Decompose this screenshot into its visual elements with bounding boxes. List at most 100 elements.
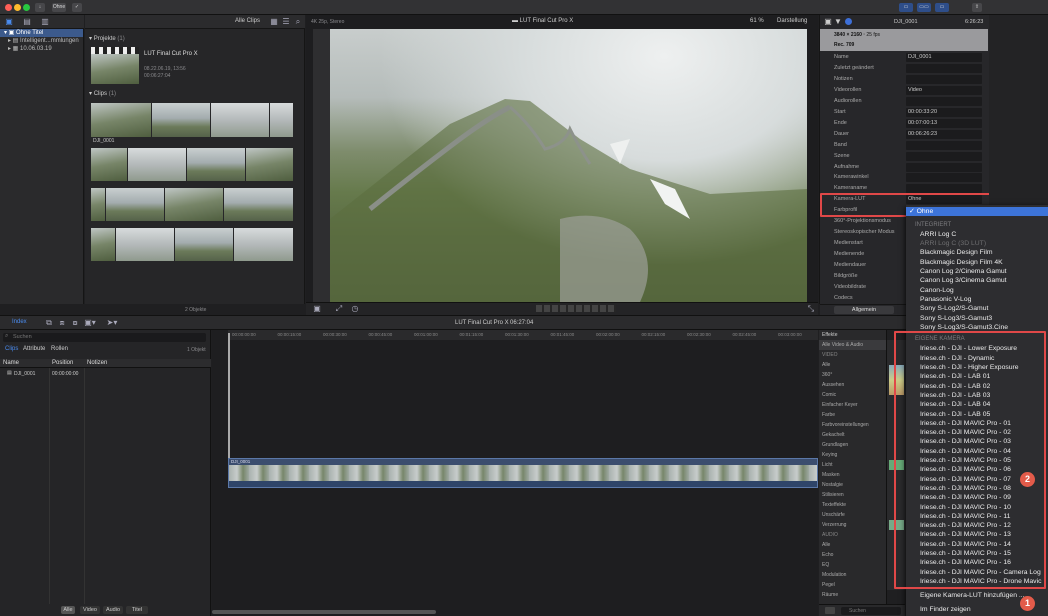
clip-filmstrip-3[interactable] xyxy=(91,188,293,221)
inspector-row-value[interactable]: DJI_0001 xyxy=(906,53,982,62)
clip-filmstrip-2[interactable] xyxy=(91,148,293,181)
effects-category-item[interactable]: Gekachelt xyxy=(819,430,886,440)
photos-icon[interactable]: ▤ xyxy=(22,15,32,29)
inspector-row-value[interactable]: 00:07:00:13 xyxy=(906,118,982,128)
titles-icon[interactable]: ▥ xyxy=(40,15,50,29)
keywords-button[interactable]: Ohne xyxy=(52,3,66,12)
metadata-view-select[interactable]: Allgemein xyxy=(834,306,894,314)
lut-option[interactable]: Canon Log 3/Cinema Gamut xyxy=(906,276,1048,285)
effects-category-item[interactable]: Licht xyxy=(819,460,886,470)
video-frame[interactable] xyxy=(330,29,807,302)
effects-category-item[interactable]: Grundlagen xyxy=(819,440,886,450)
timecode-display[interactable] xyxy=(536,305,616,312)
list-view-icon[interactable]: ☰ xyxy=(282,15,290,29)
effects-category-item[interactable]: Echo xyxy=(819,550,886,560)
zoom-window-button[interactable] xyxy=(23,4,30,11)
clip-filmstrip-1[interactable] xyxy=(91,103,293,137)
effects-category-item[interactable]: Nostalgie xyxy=(819,480,886,490)
lut-option[interactable]: Panasonic V-Log xyxy=(906,295,1048,304)
inspector-row-value[interactable] xyxy=(906,63,982,73)
index-tab[interactable]: Index xyxy=(12,319,27,325)
effects-category-item[interactable]: Comic xyxy=(819,390,886,400)
zoom-select[interactable]: 61 % xyxy=(750,18,764,24)
filter-video-button[interactable]: Video xyxy=(80,606,100,614)
layout-button-2[interactable]: ▭▭ xyxy=(917,3,931,12)
inspector-row-value[interactable]: 00:06:26:23 xyxy=(906,129,982,139)
index-search-input[interactable]: Suchen xyxy=(3,333,206,342)
timeline-scrollbar[interactable] xyxy=(212,610,436,614)
lut-option-ohne[interactable]: ✓ Ohne xyxy=(906,207,1048,217)
minimize-window-button[interactable] xyxy=(14,4,21,11)
index-tab-clips[interactable]: Clips xyxy=(5,346,18,352)
effects-category-item[interactable]: 360° xyxy=(819,370,886,380)
inspector-row-value[interactable]: 00:00:33:20 xyxy=(906,107,982,117)
smart-collections-item[interactable]: ▸ ▤ Intelligent...mmlungen xyxy=(0,37,83,45)
effects-category-item[interactable]: Keying xyxy=(819,450,886,460)
connect-clip-icon[interactable]: ⧉ xyxy=(44,316,54,330)
effects-category-item[interactable]: Stilisieren xyxy=(819,490,886,500)
import-icon[interactable]: ↓ xyxy=(35,3,45,12)
lut-option[interactable]: Canon Log 2/Cinema Gamut xyxy=(906,267,1048,276)
fullscreen-icon[interactable]: ⤡ xyxy=(806,302,816,316)
display-select[interactable]: Darstellung xyxy=(777,18,807,24)
filter-audio-button[interactable]: Audio xyxy=(103,606,123,614)
speed-icon[interactable]: ◷ xyxy=(350,302,360,316)
inspector-row-value[interactable] xyxy=(906,140,982,150)
effects-category-item[interactable]: Verzerrung xyxy=(819,520,886,530)
libraries-icon[interactable]: ▣ xyxy=(4,15,14,29)
effects-search-input[interactable]: Suchen xyxy=(841,607,901,615)
projects-header[interactable]: ▾ Projekte (1) xyxy=(89,35,125,42)
close-window-button[interactable] xyxy=(5,4,12,11)
lut-option[interactable]: Blackmagic Design Film xyxy=(906,248,1048,257)
info-inspector-icon[interactable]: ▣ xyxy=(824,15,832,29)
effects-category-item[interactable]: VIDEO xyxy=(819,350,886,360)
effects-category-item[interactable]: Alle xyxy=(819,540,886,550)
layout-button-1[interactable]: ▭ xyxy=(899,3,913,12)
clip-filmstrip-4[interactable] xyxy=(91,228,293,261)
inspector-row-value[interactable] xyxy=(906,151,982,161)
effects-category-item[interactable]: Alle xyxy=(819,360,886,370)
background-tasks-icon[interactable]: ✓ xyxy=(72,3,82,12)
lut-option[interactable]: ARRI Log C xyxy=(906,230,1048,239)
filter-inspector-icon[interactable]: ▼ xyxy=(834,15,842,29)
inspector-row-value[interactable] xyxy=(906,173,982,183)
filmstrip-icon[interactable]: ▦ xyxy=(270,15,278,29)
inspector-row-value[interactable] xyxy=(906,162,982,172)
column-position[interactable]: Position xyxy=(52,360,73,366)
index-tab-roles[interactable]: Rollen xyxy=(51,346,68,352)
transform-icon[interactable]: ⤢ xyxy=(334,302,344,316)
column-name[interactable]: Name xyxy=(3,360,19,366)
filter-titles-button[interactable]: Titel xyxy=(126,606,148,614)
index-tab-attributes[interactable]: Attribute xyxy=(23,346,45,352)
select-tool-icon[interactable]: ➤▾ xyxy=(106,316,118,330)
info-icon[interactable] xyxy=(845,18,852,25)
timeline-ruler[interactable]: 00:00:00:00 00:00:15:00 00:00:30:00 00:00:4… xyxy=(228,330,818,340)
effects-category-item[interactable]: Texteffekte xyxy=(819,500,886,510)
layout-button-3[interactable]: ▭ xyxy=(935,3,949,12)
append-clip-icon[interactable]: ⧇ xyxy=(70,316,80,330)
lut-option[interactable]: Blackmagic Design Film 4K xyxy=(906,258,1048,267)
effects-category-item[interactable]: Unschärfe xyxy=(819,510,886,520)
effects-category-item[interactable]: Farbvoreinstellungen xyxy=(819,420,886,430)
effects-category-item[interactable]: AUDIO xyxy=(819,530,886,540)
effects-category-item[interactable]: Einfacher Keyer xyxy=(819,400,886,410)
insert-clip-icon[interactable]: ⧈ xyxy=(57,316,67,330)
playhead[interactable] xyxy=(228,333,230,473)
inspector-row-value[interactable] xyxy=(906,96,982,106)
overwrite-clip-icon[interactable]: ▣▾ xyxy=(84,316,96,330)
effects-category-item[interactable]: EQ xyxy=(819,560,886,570)
event-item[interactable]: ▸ ▦ 10.06.03.19 xyxy=(0,45,83,53)
lut-option[interactable]: Canon-Log xyxy=(906,286,1048,295)
clip-filter[interactable]: Alle Clips xyxy=(235,18,260,24)
lut-option[interactable]: Sony S-Log2/S-Gamut xyxy=(906,304,1048,313)
inspector-row-value[interactable]: Video xyxy=(906,85,982,95)
effects-category-item[interactable]: Modulation xyxy=(819,570,886,580)
timeline-clip[interactable]: DJI_0001 xyxy=(228,458,818,488)
effects-category-item[interactable]: Masken xyxy=(819,470,886,480)
effects-category-item[interactable]: Farbe xyxy=(819,410,886,420)
library-item[interactable]: ▾ ▣ Ohne Titel xyxy=(0,29,83,37)
effects-category-item[interactable]: Aussehen xyxy=(819,380,886,390)
effects-category-item[interactable]: Pegel xyxy=(819,580,886,590)
sidebar-toggle-icon[interactable] xyxy=(825,607,835,614)
project-thumbnail[interactable] xyxy=(91,54,139,84)
